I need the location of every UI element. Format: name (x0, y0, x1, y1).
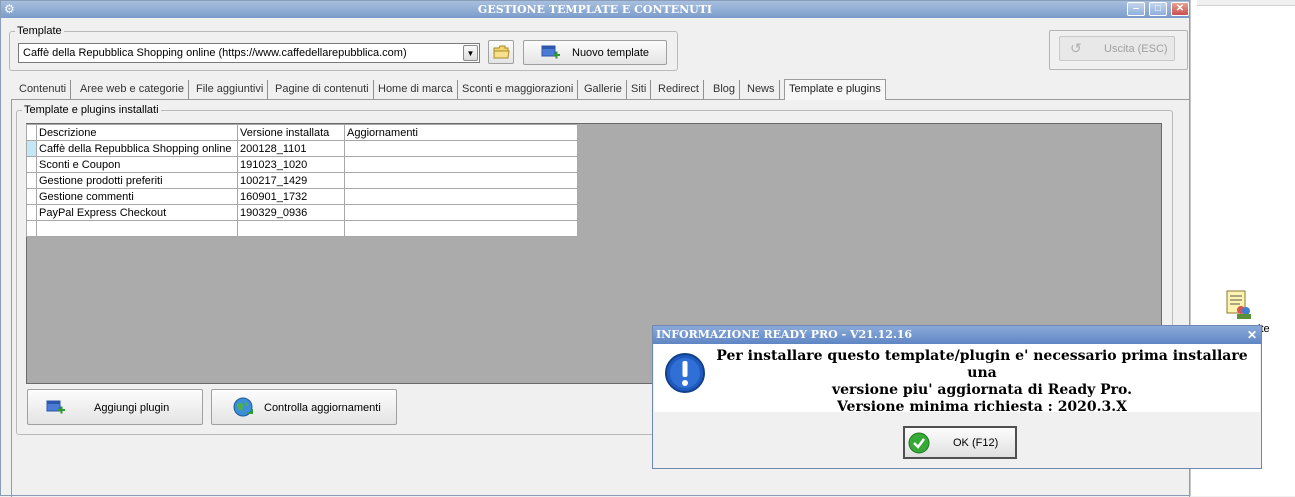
maximize-button[interactable]: □ (1149, 2, 1167, 16)
dialog-message-line: Versione minima richiesta : 2020.3.X (836, 399, 1128, 415)
add-plugin-label: Aggiungi plugin (94, 402, 170, 414)
table-cell[interactable]: 100217_1429 (237, 172, 345, 189)
column-header[interactable]: Descrizione (36, 124, 238, 141)
tab-news[interactable]: News (743, 80, 780, 99)
ok-button[interactable]: OK (F12) (903, 426, 1017, 459)
table-row[interactable]: Gestione commenti 160901_1732 (26, 188, 578, 205)
dialog-message-line: Per installare questo template/plugin e'… (716, 348, 1248, 381)
info-icon (665, 353, 705, 393)
table-row[interactable] (26, 220, 578, 237)
exit-icon: ↺ (1070, 40, 1082, 56)
tab-contenuti[interactable]: Contenuti (15, 80, 72, 99)
table-cell[interactable] (344, 172, 578, 189)
globe-update-icon (233, 397, 253, 417)
column-header[interactable]: Aggiornamenti (344, 124, 578, 141)
info-dialog: INFORMAZIONE READY PRO - V21.12.16 ✕ Per… (652, 325, 1262, 469)
check-updates-label: Controlla aggiornamenti (264, 402, 381, 414)
table-cell[interactable]: Sconti e Coupon (36, 156, 238, 173)
table-cell[interactable]: 191023_1020 (237, 156, 345, 173)
new-template-label: Nuovo template (572, 47, 650, 59)
table-cell[interactable] (344, 140, 578, 157)
table-row[interactable]: Gestione prodotti preferiti 100217_1429 (26, 172, 578, 189)
table-header-row: Descrizione Versione installata Aggiorna… (26, 124, 578, 141)
table-row[interactable]: Sconti e Coupon 191023_1020 (26, 156, 578, 173)
table-cell[interactable] (36, 220, 238, 237)
ok-label: OK (F12) (953, 437, 999, 449)
open-folder-button[interactable] (488, 40, 514, 64)
new-template-button[interactable]: Nuovo template (523, 40, 667, 65)
table-row[interactable]: PayPal Express Checkout 190329_0936 (26, 204, 578, 221)
tab-sconti-e-maggiorazioni[interactable]: Sconti e maggiorazioni (458, 80, 579, 99)
add-plugin-button[interactable]: Aggiungi plugin (27, 389, 203, 425)
row-indicator[interactable] (26, 156, 37, 173)
template-select-value: Caffè della Repubblica Shopping online (… (23, 47, 407, 59)
plugins-table[interactable]: Descrizione Versione installata Aggiorna… (26, 124, 578, 237)
dialog-close-button[interactable]: ✕ (1247, 326, 1257, 344)
table-cell[interactable]: PayPal Express Checkout (36, 204, 238, 221)
table-cell[interactable] (344, 188, 578, 205)
dialog-message-line: versione piu' aggiornata di Ready Pro. (832, 382, 1132, 398)
table-cell[interactable]: 200128_1101 (237, 140, 345, 157)
table-cell[interactable] (237, 220, 345, 237)
close-button[interactable]: ✕ (1171, 2, 1189, 16)
table-cell[interactable] (344, 156, 578, 173)
template-legend: Template (15, 25, 64, 37)
table-row[interactable]: Caffè della Repubblica Shopping online 20… (26, 140, 578, 157)
tab-file-aggiuntivi[interactable]: File aggiuntivi (192, 80, 269, 99)
tab-redirect[interactable]: Redirect (654, 80, 704, 99)
dialog-title[interactable]: INFORMAZIONE READY PRO - V21.12.16 (653, 326, 1261, 344)
check-icon (908, 432, 930, 454)
tab-siti[interactable]: Siti (627, 80, 652, 99)
tab-blog[interactable]: Blog (709, 80, 741, 99)
plugins-legend: Template e plugins installati (22, 104, 161, 116)
table-cell[interactable]: 160901_1732 (237, 188, 345, 205)
row-indicator[interactable] (26, 140, 37, 157)
row-indicator[interactable] (26, 204, 37, 221)
add-plugin-icon (46, 400, 65, 414)
tab-aree-web-e-categorie[interactable]: Aree web e categorie (76, 80, 189, 99)
table-cell[interactable]: Gestione prodotti preferiti (36, 172, 238, 189)
exit-label: Uscita (ESC) (1104, 43, 1168, 55)
add-window-icon (541, 45, 560, 59)
row-indicator[interactable] (26, 172, 37, 189)
dialog-message: Per installare questo template/plugin e'… (705, 348, 1259, 416)
table-cell[interactable] (344, 220, 578, 237)
table-cell[interactable]: Gestione commenti (36, 188, 238, 205)
row-indicator[interactable] (26, 220, 37, 237)
table-cell[interactable]: Caffè della Repubblica Shopping online (36, 140, 238, 157)
row-indicator[interactable] (26, 188, 37, 205)
tab-home-di-marca[interactable]: Home di marca (374, 80, 458, 99)
table-cell[interactable]: 190329_0936 (237, 204, 345, 221)
minimize-button[interactable]: ‒ (1127, 2, 1145, 16)
exit-button[interactable]: ↺ Uscita (ESC) (1059, 36, 1175, 61)
chevron-down-icon[interactable]: ▼ (463, 45, 478, 61)
tab-pagine-di-contenuti[interactable]: Pagine di contenuti (271, 80, 374, 99)
tab-gallerie[interactable]: Gallerie (580, 80, 627, 99)
window-title: GESTIONE TEMPLATE E CONTENUTI (477, 3, 713, 16)
side-panel-header (1197, 0, 1295, 6)
template-select[interactable]: Caffè della Repubblica Shopping online (… (18, 43, 480, 63)
contacts-icon[interactable] (1226, 290, 1252, 320)
row-indicator-header (26, 124, 37, 141)
column-header[interactable]: Versione installata (237, 124, 345, 141)
folder-icon (493, 45, 510, 59)
table-cell[interactable] (344, 204, 578, 221)
tab-template-e-plugins[interactable]: Template e plugins (784, 79, 886, 100)
check-updates-button[interactable]: Controlla aggiornamenti (211, 389, 397, 425)
